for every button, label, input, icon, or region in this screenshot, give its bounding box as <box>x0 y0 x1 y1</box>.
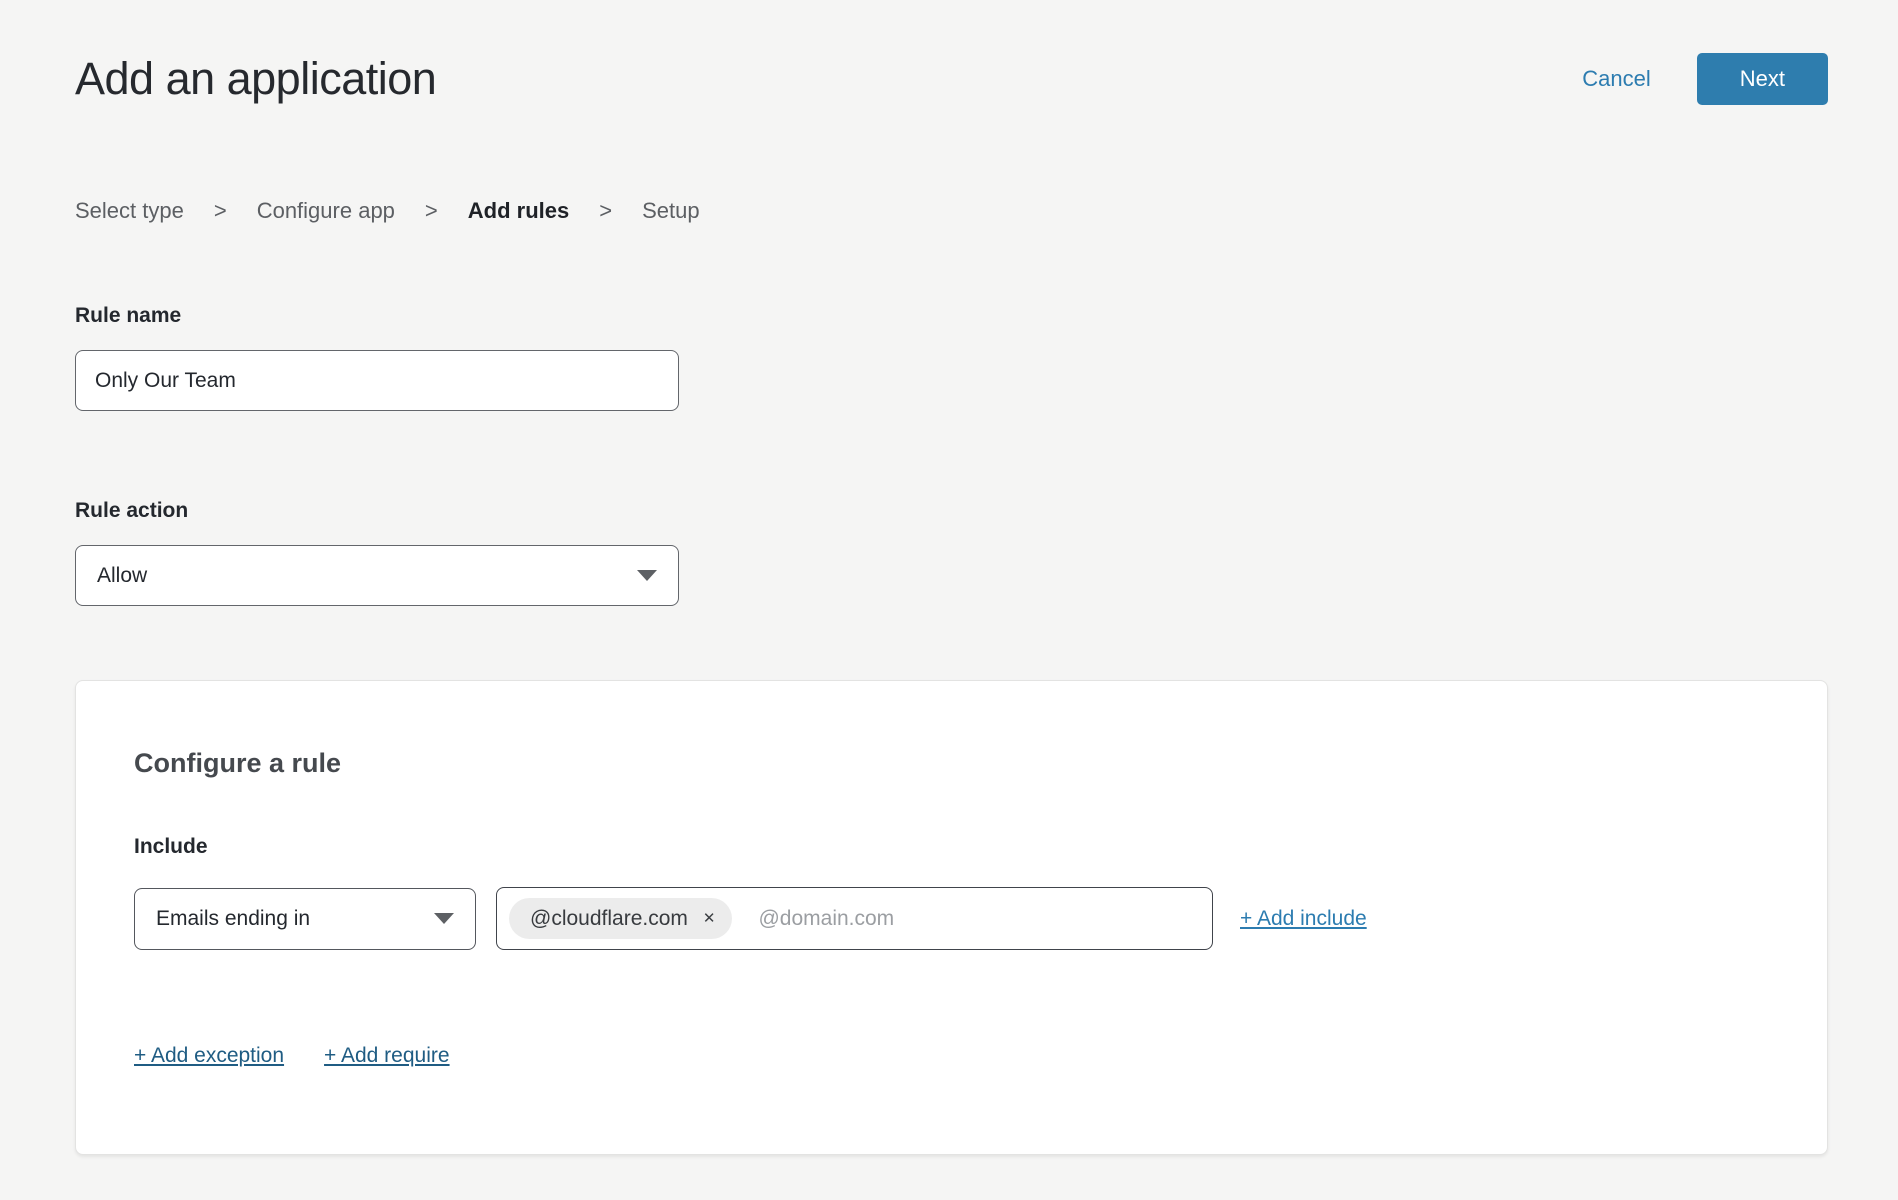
rule-name-label: Rule name <box>75 303 1828 328</box>
card-title: Configure a rule <box>134 748 1768 779</box>
chevron-down-icon <box>637 570 657 581</box>
remove-tag-icon[interactable]: ✕ <box>703 911 716 926</box>
include-selector-value: Emails ending in <box>156 907 310 931</box>
add-exception-link[interactable]: + Add exception <box>134 1044 284 1068</box>
add-application-page: Add an application Cancel Next Select ty… <box>0 0 1898 1155</box>
page-title: Add an application <box>75 53 436 105</box>
rule-extra-links: + Add exception + Add require <box>134 1044 1768 1068</box>
rule-action-label: Rule action <box>75 498 1828 523</box>
chevron-down-icon <box>434 913 454 924</box>
cancel-button[interactable]: Cancel <box>1582 66 1650 92</box>
breadcrumb-step-configure-app[interactable]: Configure app <box>257 198 395 224</box>
breadcrumb-step-setup[interactable]: Setup <box>642 198 700 224</box>
breadcrumb-step-select-type[interactable]: Select type <box>75 198 184 224</box>
breadcrumb-separator: > <box>599 198 612 224</box>
next-button[interactable]: Next <box>1697 53 1828 105</box>
include-label: Include <box>134 834 1768 859</box>
domain-entry-input[interactable] <box>756 906 1200 932</box>
header-actions: Cancel Next <box>1582 53 1828 105</box>
breadcrumb-separator: > <box>214 198 227 224</box>
include-selector-select[interactable]: Emails ending in <box>134 888 476 950</box>
email-domains-tag-input[interactable]: @cloudflare.com ✕ <box>496 887 1213 950</box>
include-rule-row: Emails ending in @cloudflare.com ✕ + Add… <box>134 887 1768 950</box>
page-header: Add an application Cancel Next <box>75 53 1828 105</box>
breadcrumb-separator: > <box>425 198 438 224</box>
rule-action-selected-value: Allow <box>97 564 147 588</box>
breadcrumb: Select type > Configure app > Add rules … <box>75 198 1828 224</box>
rule-name-input[interactable] <box>75 350 679 411</box>
configure-rule-card: Configure a rule Include Emails ending i… <box>75 680 1828 1155</box>
add-include-link[interactable]: + Add include <box>1240 907 1367 931</box>
breadcrumb-step-add-rules[interactable]: Add rules <box>468 198 569 224</box>
rule-action-select[interactable]: Allow <box>75 545 679 606</box>
email-domain-tag-label: @cloudflare.com <box>530 907 688 931</box>
email-domain-tag: @cloudflare.com ✕ <box>509 898 732 939</box>
add-require-link[interactable]: + Add require <box>324 1044 450 1068</box>
